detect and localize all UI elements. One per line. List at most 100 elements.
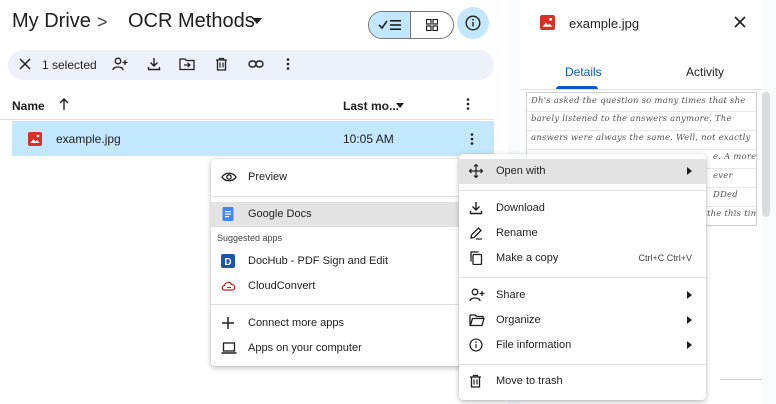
submenu-arrow-icon <box>687 341 692 349</box>
column-more-icon[interactable] <box>466 97 470 111</box>
make-copy-shortcut: Ctrl+C Ctrl+V <box>638 253 692 263</box>
menu-item-label: CloudConvert <box>248 280 316 292</box>
menu-item-label: DocHub - PDF Sign and Edit <box>248 255 389 267</box>
tab-divider <box>520 89 762 90</box>
image-file-icon <box>28 132 42 146</box>
google-docs-icon <box>221 207 235 221</box>
more-actions-icon[interactable] <box>286 57 290 71</box>
header-divider <box>0 119 494 120</box>
move-to-folder-icon[interactable] <box>179 57 195 71</box>
preview-line: the this time <box>707 209 756 219</box>
grid-icon <box>426 19 438 31</box>
grid-view-button[interactable] <box>411 12 453 38</box>
menu-item-move-to-trash[interactable]: Move to trash <box>459 369 706 394</box>
menu-item-label: Share <box>496 289 526 301</box>
menu-item-share[interactable]: Share <box>459 283 706 308</box>
menu-item-label: Download <box>496 202 545 214</box>
details-scrollbar[interactable] <box>762 92 770 217</box>
download-icon <box>469 201 483 215</box>
cloudconvert-icon <box>221 279 237 293</box>
info-icon <box>469 338 483 352</box>
menu-item-google-docs[interactable]: Google Docs <box>211 202 469 227</box>
breadcrumb-separator: > <box>97 12 108 32</box>
menu-item-label: File information <box>496 339 572 351</box>
menu-item-open-with[interactable]: Open with <box>459 159 706 184</box>
menu-item-organize[interactable]: Organize <box>459 308 706 333</box>
check-list-icon <box>377 20 401 30</box>
submenu-arrow-icon <box>687 167 692 175</box>
breadcrumb-folder[interactable]: OCR Methods <box>128 10 255 33</box>
menu-item-label: Apps on your computer <box>248 342 362 354</box>
tab-details[interactable]: Details <box>565 65 602 79</box>
suggested-apps-header: Suggested apps <box>217 233 283 243</box>
folder-caret-icon[interactable] <box>252 18 262 24</box>
pencil-icon <box>469 226 483 240</box>
file-context-menu: Open with Download Rename Make a copy Ct… <box>459 154 706 400</box>
preview-line: e. A more <box>713 152 757 162</box>
preview-line: answers were always the same. Well, not … <box>531 133 751 143</box>
menu-item-label: Preview <box>248 171 288 183</box>
preview-line: barely listened to the answers anymore. … <box>531 114 732 124</box>
menu-item-label: Open with <box>496 165 546 177</box>
menu-divider <box>211 196 469 197</box>
preview-line: DDed <box>713 190 738 200</box>
plus-icon <box>221 316 235 330</box>
selection-toolbar: 1 selected <box>8 50 494 80</box>
delete-icon[interactable] <box>215 57 228 71</box>
preview-line: Dh's asked the question so many times th… <box>531 96 746 106</box>
menu-item-apps-on-computer[interactable]: Apps on your computer <box>211 336 469 361</box>
tab-activity[interactable]: Activity <box>686 65 724 79</box>
menu-item-label: Make a copy <box>496 252 559 264</box>
menu-divider <box>211 304 469 305</box>
submenu-arrow-icon <box>687 316 692 324</box>
info-icon <box>465 15 481 31</box>
clear-selection-icon[interactable] <box>18 57 32 71</box>
menu-item-preview[interactable]: Preview <box>211 165 469 190</box>
copy-icon <box>469 251 483 265</box>
row-modified: 10:05 AM <box>343 132 394 146</box>
close-icon[interactable] <box>732 14 748 30</box>
list-view-button[interactable] <box>369 12 412 38</box>
menu-item-file-information[interactable]: File information <box>459 333 706 358</box>
submenu-arrow-icon <box>687 291 692 299</box>
menu-divider <box>459 364 706 365</box>
modified-caret-icon[interactable] <box>396 103 404 108</box>
menu-item-label: Connect more apps <box>248 317 344 329</box>
menu-item-label: Google Docs <box>248 208 312 220</box>
menu-item-label: Rename <box>496 227 538 239</box>
menu-divider <box>459 277 706 278</box>
details-bottom-divider <box>720 379 762 380</box>
column-name[interactable]: Name <box>12 99 45 113</box>
menu-divider <box>459 190 706 191</box>
selected-count: 1 selected <box>42 58 97 72</box>
menu-item-rename[interactable]: Rename <box>459 221 706 246</box>
menu-item-download[interactable]: Download <box>459 196 706 221</box>
laptop-icon <box>221 341 237 355</box>
copy-link-icon[interactable] <box>248 57 264 71</box>
details-title: example.jpg <box>569 16 640 31</box>
share-add-person-icon <box>469 288 485 302</box>
table-row[interactable]: example.jpg 10:05 AM <box>12 121 494 156</box>
move-arrows-icon <box>469 164 483 178</box>
menu-item-connect-more-apps[interactable]: Connect more apps <box>211 311 469 336</box>
svg-text:D: D <box>224 257 231 268</box>
download-icon[interactable] <box>147 57 161 71</box>
sort-arrow-up-icon[interactable] <box>58 97 70 111</box>
eye-icon <box>221 170 237 184</box>
details-image-file-icon <box>540 15 555 30</box>
menu-item-label: Move to trash <box>496 375 563 387</box>
column-last-modified[interactable]: Last mo... <box>343 99 399 113</box>
delete-icon <box>469 374 482 388</box>
details-info-button[interactable] <box>457 7 489 39</box>
menu-item-make-a-copy[interactable]: Make a copy Ctrl+C Ctrl+V <box>459 246 706 271</box>
menu-item-dochub[interactable]: D DocHub - PDF Sign and Edit <box>211 249 469 274</box>
preview-line: ever <box>713 171 733 181</box>
menu-item-label: Organize <box>496 314 541 326</box>
dochub-icon: D <box>221 254 235 268</box>
row-file-name: example.jpg <box>56 132 121 146</box>
share-add-person-icon[interactable] <box>112 57 128 71</box>
row-more-icon[interactable] <box>470 132 474 146</box>
breadcrumb-root[interactable]: My Drive <box>12 10 91 33</box>
menu-item-cloudconvert[interactable]: CloudConvert <box>211 274 469 299</box>
view-toggle <box>368 11 454 39</box>
